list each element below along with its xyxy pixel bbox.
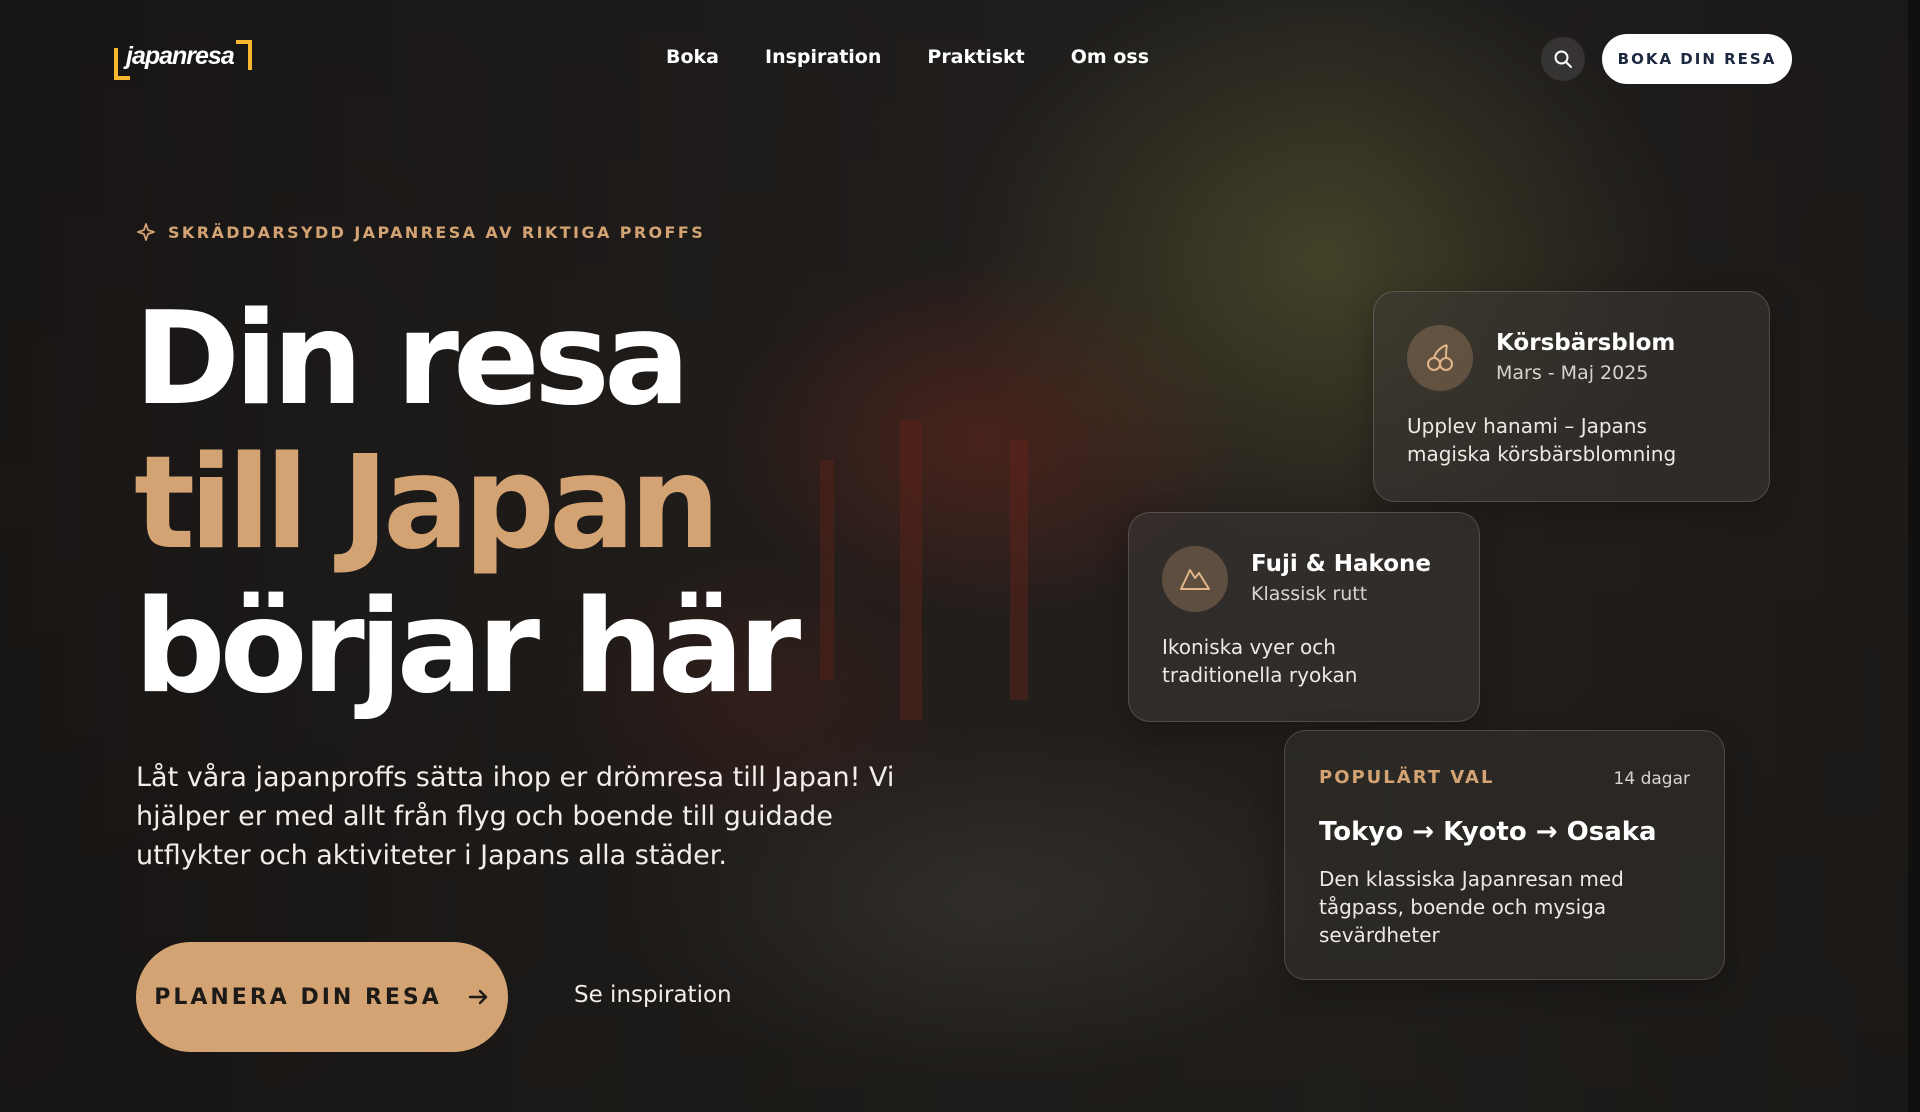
card-fuji-hakone[interactable]: Fuji & Hakone Klassisk rutt Ikoniska vye… [1128, 512, 1480, 722]
nav-item-inspiration[interactable]: Inspiration [765, 46, 881, 68]
card-title: Fuji & Hakone [1251, 551, 1432, 577]
card-description: Den klassiska Japanresan med tågpass, bo… [1319, 867, 1624, 947]
card-title: Körsbärsblom [1496, 330, 1676, 356]
plan-trip-button[interactable]: PLANERA DIN RESA [136, 942, 508, 1052]
hero-eyebrow: SKRÄDDARSYDD JAPANRESA AV RIKTIGA PROFFS [136, 222, 705, 242]
eyebrow-text: SKRÄDDARSYDD JAPANRESA AV RIKTIGA PROFFS [168, 222, 706, 242]
nav-item-om-oss[interactable]: Om oss [1071, 46, 1149, 68]
see-inspiration-link[interactable]: Se inspiration [574, 982, 732, 1008]
arrow-right-icon [468, 989, 487, 1005]
sparkle-icon [137, 223, 155, 241]
mountain-icon [1180, 569, 1210, 590]
card-description: Upplev hanami – Japans magiska körsbärsb… [1407, 414, 1677, 466]
plan-trip-label: PLANERA DIN RESA [154, 984, 442, 1010]
card-subtitle: Klassisk rutt [1251, 583, 1368, 605]
card-title: Tokyo → Kyoto → Osaka [1319, 817, 1657, 847]
headline-line-2: till Japan [134, 429, 721, 578]
trip-duration: 14 dagar [1613, 769, 1690, 789]
headline-line-3: börjar här [134, 573, 801, 722]
nav-item-boka[interactable]: Boka [666, 46, 719, 68]
logo-bracket [236, 40, 252, 70]
book-trip-button[interactable]: BOKA DIN RESA [1602, 34, 1792, 84]
card-cherry-blossom[interactable]: Körsbärsblom Mars - Maj 2025 Upplev hana… [1373, 291, 1770, 502]
logo[interactable]: japanresa [112, 38, 252, 82]
popular-badge: POPULÄRT VAL [1319, 767, 1495, 788]
card-description: Ikoniska vyer och traditionella ryokan [1162, 635, 1358, 687]
card-icon [1407, 325, 1473, 391]
hero-headline: Din resa till Japan börjar här [134, 285, 801, 722]
search-button[interactable] [1541, 37, 1585, 81]
cherry-icon [1427, 344, 1453, 371]
card-popular-route[interactable]: POPULÄRT VAL 14 dagar Tokyo → Kyoto → Os… [1284, 730, 1725, 980]
logo-text: japanresa [126, 42, 235, 70]
card-subtitle: Mars - Maj 2025 [1496, 362, 1649, 384]
hero-lead: Låt våra japanproffs sätta ihop er drömr… [136, 762, 895, 871]
scrollbar[interactable] [1908, 0, 1920, 1112]
search-icon [1554, 50, 1572, 68]
headline-line-1: Din resa [134, 285, 690, 434]
nav-item-praktiskt[interactable]: Praktiskt [927, 46, 1024, 68]
card-icon [1162, 546, 1228, 612]
main-nav: Boka Inspiration Praktiskt Om oss [666, 46, 1149, 68]
